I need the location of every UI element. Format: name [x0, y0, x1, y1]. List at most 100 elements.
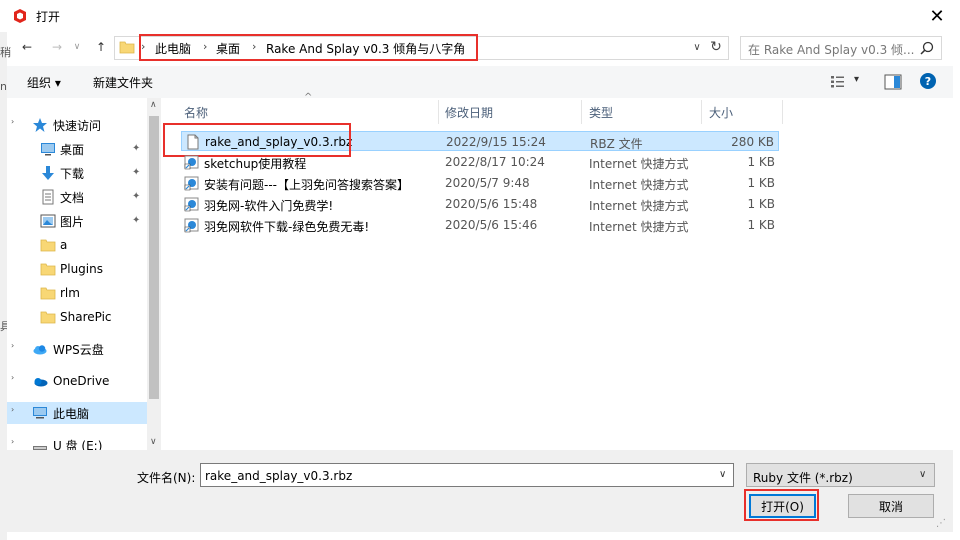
- sidebar-item-label: Plugins: [60, 262, 103, 276]
- preview-pane-icon[interactable]: [884, 74, 902, 90]
- sidebar-item-this-pc[interactable]: › 此电脑: [7, 402, 147, 424]
- back-arrow-icon: ←: [21, 40, 33, 54]
- sidebar-item-downloads[interactable]: 下载 ✦: [7, 162, 147, 184]
- filename-value: rake_and_splay_v0.3.rbz: [205, 469, 353, 483]
- column-header-label: 修改日期: [445, 105, 494, 120]
- file-name: sketchup使用教程: [204, 157, 307, 171]
- computer-icon: [33, 407, 47, 419]
- file-date: 2020/5/6 15:48: [445, 197, 538, 211]
- sidebar-item-folder-sharepic[interactable]: SharePic: [7, 306, 147, 328]
- sidebar-item-onedrive[interactable]: › OneDrive: [7, 370, 147, 392]
- sidebar-item-label: a: [60, 238, 68, 252]
- window-title: 打开: [36, 10, 61, 24]
- file-type: Internet 快捷方式: [589, 178, 689, 192]
- column-divider[interactable]: [581, 100, 582, 124]
- navigation-pane: › 快速访问 桌面 ✦ 下载 ✦ 文档 ✦ 图片 ✦ a Plugins rlm…: [7, 98, 161, 450]
- internet-shortcut-icon: [184, 218, 199, 233]
- document-icon: [42, 189, 54, 205]
- cancel-button[interactable]: 取消: [848, 494, 934, 518]
- folder-icon: [40, 311, 56, 324]
- file-name: 安装有问题---【上羽免问答搜索答案】: [204, 178, 409, 192]
- internet-shortcut-icon: [184, 197, 199, 212]
- refresh-button[interactable]: ↻: [707, 36, 725, 58]
- sketchup-app-icon: [14, 9, 26, 23]
- onedrive-icon: [34, 378, 48, 387]
- up-button[interactable]: ↑: [90, 36, 112, 58]
- star-icon: [33, 118, 47, 132]
- close-button[interactable]: ✕: [922, 0, 952, 32]
- recent-locations-dropdown[interactable]: ∨: [70, 36, 84, 58]
- file-size: 1 KB: [747, 197, 775, 211]
- file-name: 羽免网-软件入门免费学!: [204, 199, 334, 213]
- sidebar-item-folder-a[interactable]: a: [7, 234, 147, 256]
- folder-icon: [119, 41, 135, 54]
- scroll-down-icon[interactable]: ∨: [150, 437, 157, 447]
- file-size: 1 KB: [747, 218, 775, 232]
- column-divider[interactable]: [701, 100, 702, 124]
- file-date: 2022/8/17 10:24: [445, 155, 545, 169]
- sidebar-item-folder-plugins[interactable]: Plugins: [7, 258, 147, 280]
- chevron-right-icon: ›: [11, 373, 15, 382]
- column-header-size[interactable]: 大小: [709, 100, 733, 124]
- forward-button[interactable]: →: [46, 36, 68, 58]
- up-arrow-icon: ↑: [95, 40, 107, 54]
- chevron-right-icon: ›: [11, 341, 15, 350]
- resize-grip-icon[interactable]: ⋰: [936, 518, 946, 529]
- download-icon: [42, 166, 54, 180]
- view-dropdown-icon[interactable]: ▾: [854, 74, 859, 85]
- sidebar-scrollbar-thumb[interactable]: [149, 116, 159, 399]
- column-header-name[interactable]: 名称: [184, 100, 208, 124]
- file-type: Internet 快捷方式: [589, 220, 689, 234]
- sidebar-item-documents[interactable]: 文档 ✦: [7, 186, 147, 208]
- search-box[interactable]: 在 Rake And Splay v0.3 倾...: [740, 36, 942, 60]
- highlight-box: [139, 34, 478, 61]
- search-placeholder: 在 Rake And Splay v0.3 倾...: [748, 43, 915, 57]
- column-divider[interactable]: [438, 100, 439, 124]
- sidebar-item-folder-rlm[interactable]: rlm: [7, 282, 147, 304]
- folder-icon: [40, 239, 56, 252]
- file-type-filter[interactable]: Ruby 文件 (*.rbz) ∨: [746, 463, 935, 487]
- column-header-label: 名称: [184, 105, 209, 120]
- folder-icon: [40, 287, 56, 300]
- file-date: 2020/5/7 9:48: [445, 176, 530, 190]
- sidebar-item-quick-access[interactable]: › 快速访问: [7, 114, 147, 136]
- file-row[interactable]: sketchup使用教程 2022/8/17 10:24 Internet 快捷…: [181, 152, 779, 172]
- view-options-icon[interactable]: [830, 75, 846, 89]
- column-header-type[interactable]: 类型: [589, 100, 613, 124]
- sidebar-item-label: SharePic: [60, 310, 112, 324]
- help-button[interactable]: ?: [920, 73, 936, 89]
- drive-icon: [33, 446, 47, 450]
- sidebar-item-label: rlm: [60, 286, 80, 300]
- file-date: 2020/5/6 15:46: [445, 218, 538, 232]
- chevron-down-icon[interactable]: ∨: [719, 469, 726, 480]
- picture-icon: [40, 214, 56, 228]
- scroll-up-icon[interactable]: ∧: [150, 100, 157, 110]
- filename-input[interactable]: rake_and_splay_v0.3.rbz ∨: [200, 463, 734, 487]
- ghost-text: 稍: [0, 46, 11, 59]
- cancel-button-label: 取消: [878, 499, 903, 514]
- new-folder-button[interactable]: 新建文件夹: [93, 74, 153, 91]
- file-type: Internet 快捷方式: [589, 157, 689, 171]
- sidebar-item-pictures[interactable]: 图片 ✦: [7, 210, 147, 232]
- file-row[interactable]: 羽免网软件下载-绿色免费无毒! 2020/5/6 15:46 Internet …: [181, 215, 779, 235]
- chevron-right-icon: ›: [11, 117, 15, 126]
- address-dropdown[interactable]: ∨: [690, 36, 704, 58]
- file-row[interactable]: 羽免网-软件入门免费学! 2020/5/6 15:48 Internet 快捷方…: [181, 194, 779, 214]
- sidebar-item-desktop[interactable]: 桌面 ✦: [7, 138, 147, 160]
- back-button[interactable]: ←: [16, 36, 38, 58]
- file-type: Internet 快捷方式: [589, 199, 689, 213]
- sidebar-item-usb-drive[interactable]: › U 盘 (E:): [7, 434, 147, 450]
- column-divider[interactable]: [782, 100, 783, 124]
- folder-icon: [40, 263, 56, 276]
- sidebar-item-wps-cloud[interactable]: › WPS云盘: [7, 338, 147, 360]
- sidebar-item-label: 快速访问: [53, 118, 102, 133]
- sidebar-item-label: 此电脑: [53, 406, 90, 421]
- internet-shortcut-icon: [184, 155, 199, 170]
- file-row[interactable]: 安装有问题---【上羽免问答搜索答案】 2020/5/7 9:48 Intern…: [181, 173, 779, 193]
- file-type: RBZ 文件: [590, 137, 643, 151]
- column-header-date[interactable]: 修改日期: [445, 100, 493, 124]
- organize-menu[interactable]: 组织 ▾: [27, 74, 61, 91]
- chevron-down-icon: ∨: [693, 41, 701, 53]
- highlight-box: [744, 489, 819, 521]
- file-size: 1 KB: [747, 176, 775, 190]
